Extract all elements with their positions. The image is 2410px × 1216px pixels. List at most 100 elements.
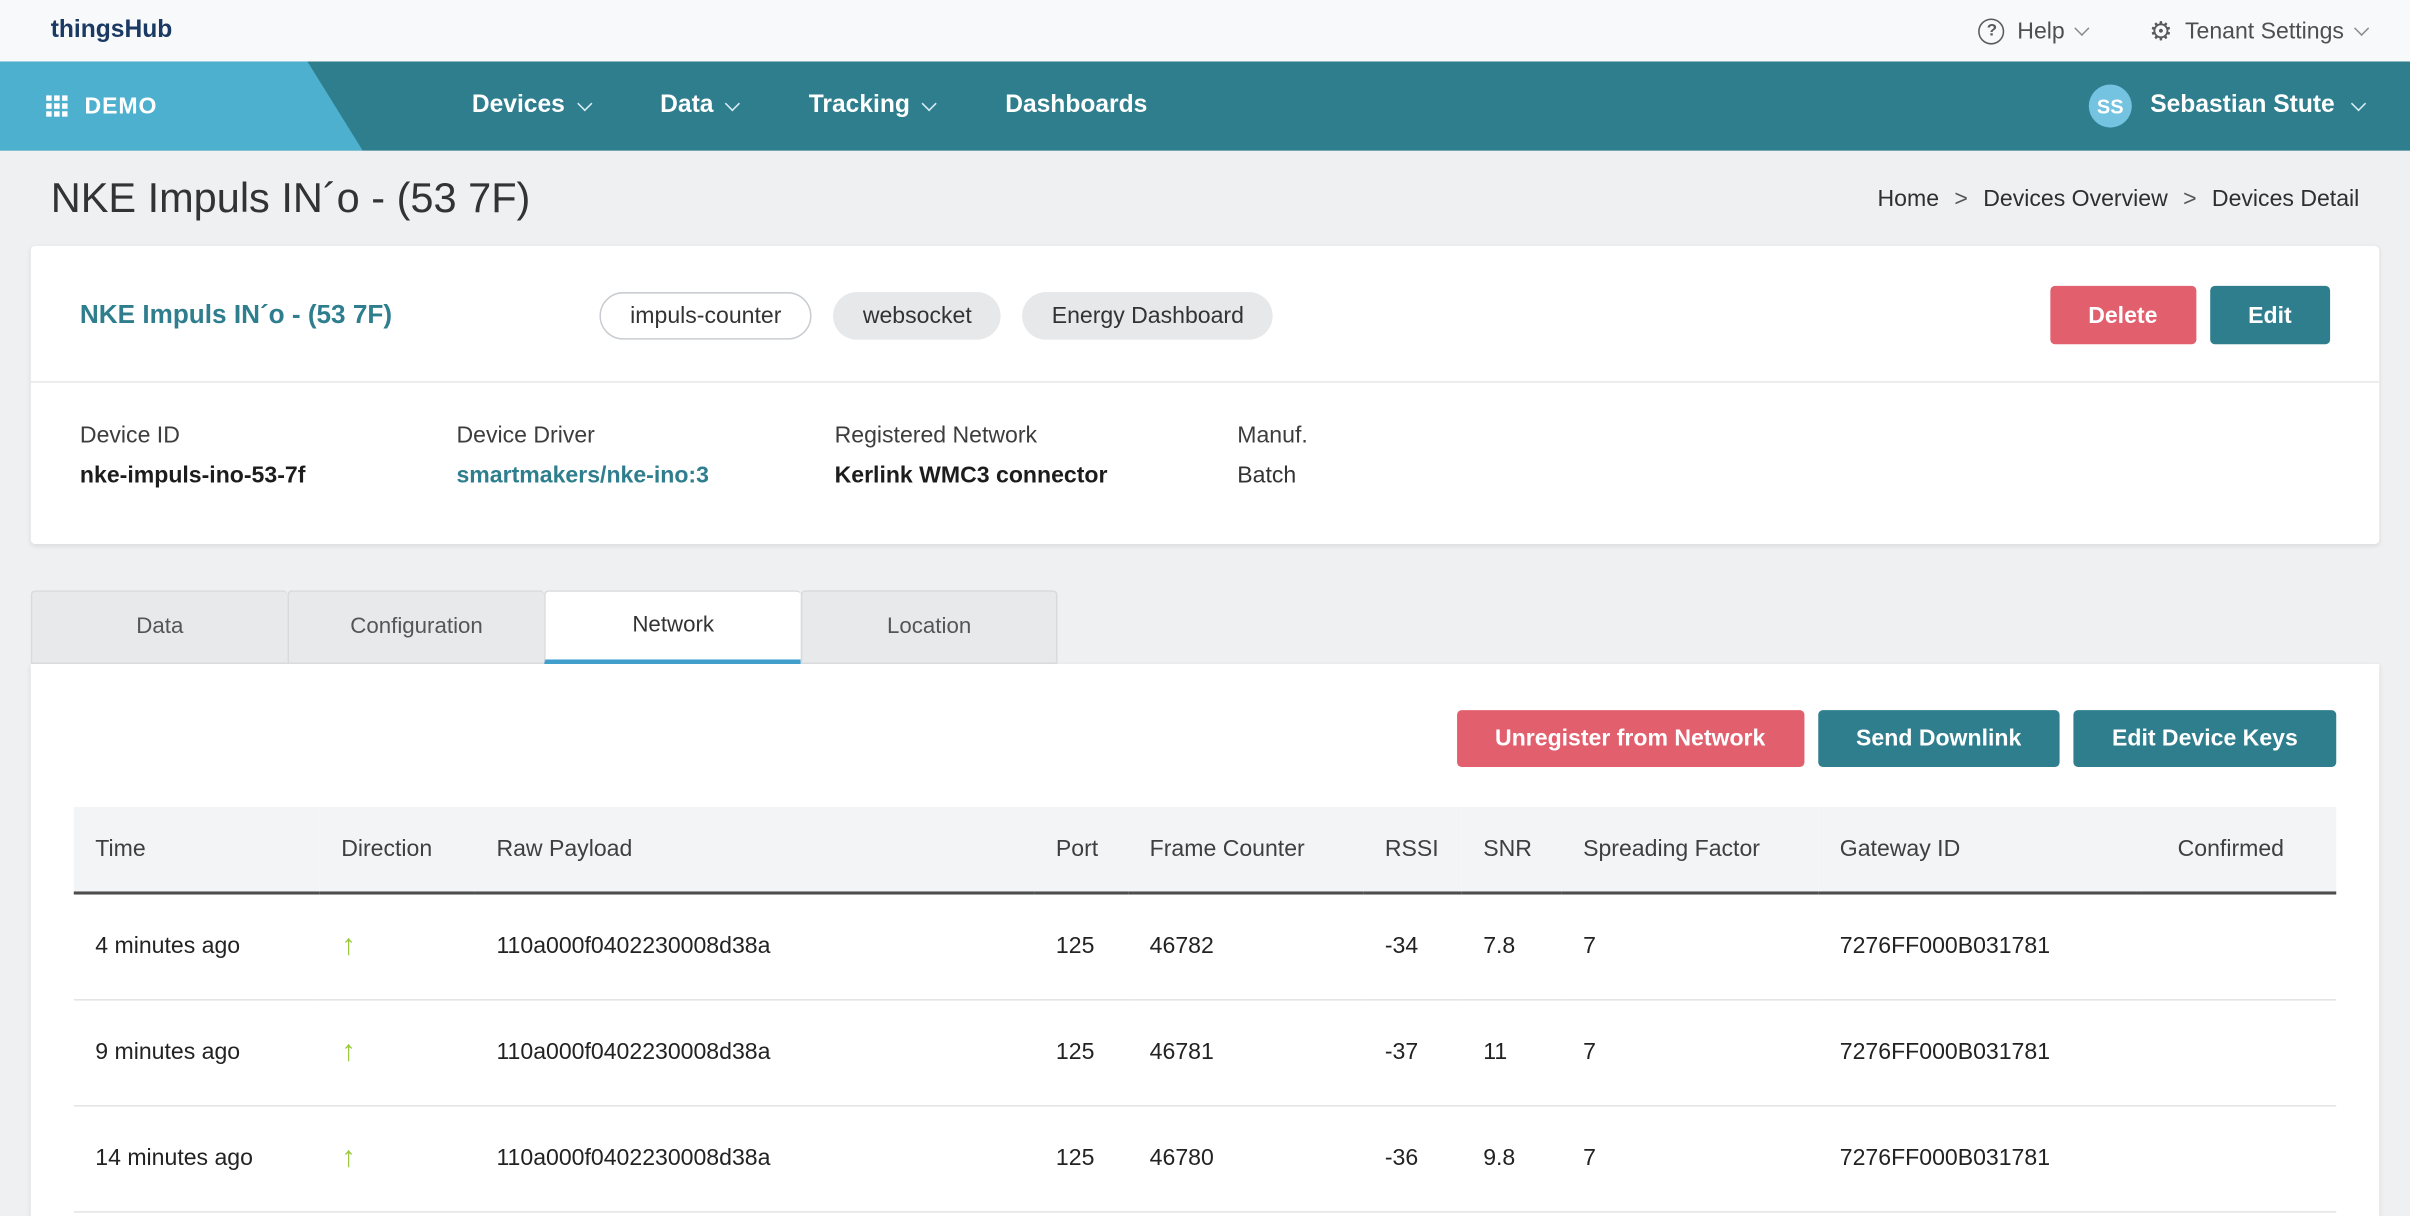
device-field-value: Batch (1237, 463, 1307, 489)
breadcrumb-home[interactable]: Home (1878, 185, 1984, 211)
column-header-confirmed: Confirmed (2141, 807, 2336, 893)
uplink-arrow-icon (341, 934, 356, 960)
cell-frame-counter: 46781 (1128, 999, 1363, 1105)
tag-pill: websocket (834, 291, 1001, 339)
edit-device-keys-button[interactable]: Edit Device Keys (2074, 710, 2337, 767)
tab-network[interactable]: Network (544, 590, 801, 664)
edit-button[interactable]: Edit (2210, 286, 2330, 344)
topbar: thingsHub ? Help ⚙ Tenant Settings (0, 0, 2410, 61)
cell-time: 9 minutes ago (74, 999, 320, 1105)
breadcrumb: Home Devices Overview Devices Detail (1878, 185, 2360, 211)
chevron-down-icon (2351, 95, 2366, 110)
device-tags: impuls-counter websocket Energy Dashboar… (599, 291, 1273, 339)
column-header-raw-payload: Raw Payload (475, 807, 1034, 893)
device-field-label: Registered Network (835, 423, 1238, 449)
cell-spreading-factor: 7 (1562, 1105, 1819, 1211)
tag-pill: Energy Dashboard (1022, 291, 1273, 339)
table-row: 14 minutes ago 110a000f0402230008d38a 12… (74, 1105, 2336, 1211)
cell-direction (320, 1105, 475, 1211)
user-menu[interactable]: SS Sebastian Stute (2089, 85, 2410, 128)
device-card-title: NKE Impuls IN´o - (53 7F) (80, 300, 600, 331)
device-field-label: Device ID (80, 423, 457, 449)
gear-icon: ⚙ (2149, 18, 2172, 44)
device-driver-link[interactable]: smartmakers/nke-ino:3 (456, 463, 834, 489)
cell-confirmed (2141, 1105, 2336, 1211)
cell-rssi: -37 (1363, 999, 1461, 1105)
column-header-frame-counter: Frame Counter (1128, 807, 1363, 893)
cell-port: 125 (1034, 893, 1128, 999)
device-fields: Device ID nke-impuls-ino-53-7f Device Dr… (80, 423, 2330, 489)
table-row: 4 minutes ago 110a000f0402230008d38a 125… (74, 893, 2336, 999)
device-field-value: nke-impuls-ino-53-7f (80, 463, 457, 489)
nav-item-tracking[interactable]: Tracking (773, 61, 969, 150)
chevron-down-icon (725, 95, 740, 110)
unregister-button[interactable]: Unregister from Network (1457, 710, 1804, 767)
app-root: thingsHub ? Help ⚙ Tenant Settings (0, 0, 2410, 1216)
network-actions: Unregister from Network Send Downlink Ed… (74, 710, 2336, 767)
tab-data[interactable]: Data (31, 590, 288, 664)
chevron-down-icon (576, 95, 591, 110)
device-field-manuf: Manuf. Batch (1237, 423, 1307, 489)
column-header-spreading-factor: Spreading Factor (1562, 807, 1819, 893)
cell-confirmed (2141, 999, 2336, 1105)
table-row: 9 minutes ago 110a000f0402230008d38a 125… (74, 999, 2336, 1105)
topbar-right: ? Help ⚙ Tenant Settings (1979, 18, 2367, 44)
cell-time: 14 minutes ago (74, 1105, 320, 1211)
tab-bar: Data Configuration Network Location (31, 590, 2380, 664)
tab-configuration[interactable]: Configuration (287, 590, 544, 664)
delete-button[interactable]: Delete (2050, 286, 2196, 344)
nav-item-label: Tracking (809, 92, 910, 120)
tenant-badge[interactable]: DEMO (0, 61, 363, 150)
help-menu[interactable]: ? Help (1979, 18, 2088, 44)
tenant-settings-menu[interactable]: ⚙ Tenant Settings (2149, 18, 2367, 44)
cell-gateway-id: 7276FF000B031781 (1818, 1105, 2141, 1211)
grid-icon (46, 95, 68, 117)
nav-item-data[interactable]: Data (625, 61, 774, 150)
cell-snr: 7.8 (1462, 893, 1562, 999)
device-field-device-driver: Device Driver smartmakers/nke-ino:3 (456, 423, 834, 489)
divider (31, 381, 2380, 383)
chevron-down-icon (2354, 20, 2369, 35)
cell-gateway-id: 7276FF000B031781 (1818, 999, 2141, 1105)
cell-confirmed (2141, 893, 2336, 999)
tenant-settings-label: Tenant Settings (2185, 18, 2344, 44)
send-downlink-button[interactable]: Send Downlink (1818, 710, 2060, 767)
cell-raw-payload: 110a000f0402230008d38a (475, 1105, 1034, 1211)
page-title: NKE Impuls IN´o - (53 7F) (51, 174, 531, 222)
device-field-registered-network: Registered Network Kerlink WMC3 connecto… (835, 423, 1238, 489)
column-header-time: Time (74, 807, 320, 893)
cell-raw-payload: 110a000f0402230008d38a (475, 999, 1034, 1105)
cell-gateway-id: 7276FF000B031781 (1818, 893, 2141, 999)
device-field-label: Device Driver (456, 423, 834, 449)
cell-spreading-factor: 7 (1562, 893, 1819, 999)
tag-pill: impuls-counter (599, 291, 812, 339)
uplink-arrow-icon (341, 1146, 356, 1172)
device-field-device-id: Device ID nke-impuls-ino-53-7f (80, 423, 457, 489)
device-actions: Delete Edit (2050, 286, 2330, 344)
cell-direction (320, 893, 475, 999)
breadcrumb-devices-overview[interactable]: Devices Overview (1983, 185, 2212, 211)
nav-item-devices[interactable]: Devices (437, 61, 625, 150)
cell-frame-counter: 46780 (1128, 1105, 1363, 1211)
page-head: NKE Impuls IN´o - (53 7F) Home Devices O… (0, 151, 2410, 246)
help-label: Help (2017, 18, 2064, 44)
network-table: Time Direction Raw Payload Port Frame Co… (74, 807, 2336, 1212)
device-field-value: Kerlink WMC3 connector (835, 463, 1238, 489)
column-header-port: Port (1034, 807, 1128, 893)
cell-rssi: -36 (1363, 1105, 1461, 1211)
nav-item-dashboards[interactable]: Dashboards (970, 61, 1183, 150)
device-card-header: NKE Impuls IN´o - (53 7F) impuls-counter… (80, 286, 2330, 344)
nav-item-label: Devices (472, 92, 565, 120)
column-header-snr: SNR (1462, 807, 1562, 893)
device-field-label: Manuf. (1237, 423, 1307, 449)
table-header-row: Time Direction Raw Payload Port Frame Co… (74, 807, 2336, 893)
help-icon: ? (1979, 18, 2005, 44)
breadcrumb-devices-detail: Devices Detail (2212, 185, 2359, 211)
device-card: NKE Impuls IN´o - (53 7F) impuls-counter… (31, 246, 2380, 544)
cell-snr: 9.8 (1462, 1105, 1562, 1211)
tab-location[interactable]: Location (801, 590, 1058, 664)
app-logo[interactable]: thingsHub (51, 17, 173, 45)
avatar: SS (2089, 85, 2132, 128)
chevron-down-icon (2075, 20, 2090, 35)
nav-item-label: Data (660, 92, 713, 120)
